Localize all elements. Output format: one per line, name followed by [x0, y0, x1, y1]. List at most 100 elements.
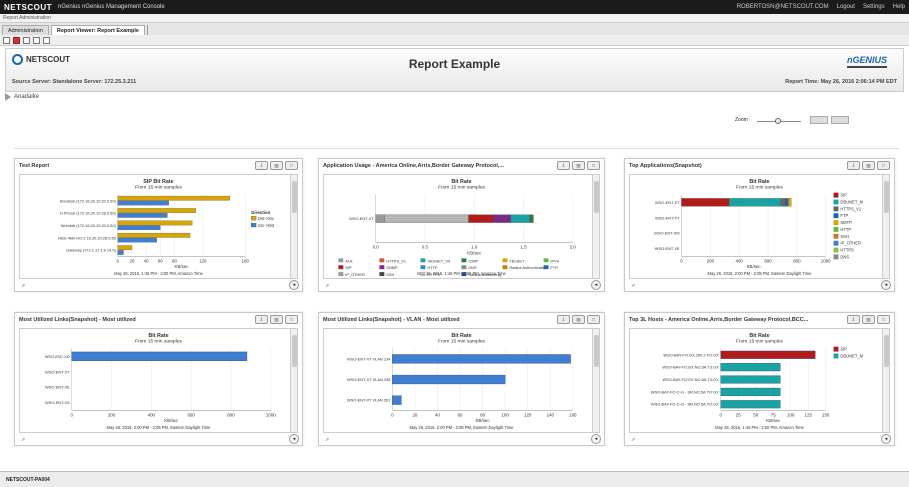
zoom-slider[interactable]: Zoom	[735, 117, 805, 125]
legend-swatch	[379, 258, 385, 263]
search-icon[interactable]	[33, 36, 40, 44]
settings-link[interactable]: Settings	[863, 4, 885, 10]
legend-swatch	[833, 247, 839, 253]
zoom-knob[interactable]	[775, 118, 781, 124]
scrollbar-thumb[interactable]	[884, 335, 889, 367]
add-icon[interactable]	[23, 36, 30, 44]
bar	[720, 375, 781, 384]
tab-administration[interactable]: Administration	[2, 25, 49, 35]
legend-label: FTP	[840, 213, 848, 218]
chart-area: SIP Bit Rate From 15 min samples 0 20 40 60 80…	[19, 174, 298, 279]
save-icon[interactable]	[3, 36, 10, 44]
panel-chart-type-button[interactable]: ▥	[270, 315, 283, 324]
panel-nav-icon[interactable]: ◂	[289, 434, 299, 444]
expand-icon[interactable]	[5, 93, 11, 101]
x-tick-label: 1000	[821, 258, 831, 263]
panel-chart-type-button[interactable]: ▥	[572, 161, 585, 170]
scrollbar-thumb[interactable]	[594, 181, 599, 213]
vertical-scrollbar[interactable]	[592, 175, 599, 278]
vertical-scrollbar[interactable]	[290, 175, 297, 278]
panel-maximize-button[interactable]: □	[587, 315, 600, 324]
delete-icon[interactable]	[13, 36, 20, 44]
source-server: Source Server: Standalone Server: 172.25…	[12, 79, 137, 85]
panel-export-button[interactable]: ⇩	[847, 315, 860, 324]
scrollbar-thumb[interactable]	[594, 335, 599, 367]
zoom-out-button[interactable]	[810, 116, 828, 124]
legend-label: SIP	[840, 193, 847, 198]
panel-nav-icon[interactable]: ◂	[881, 434, 891, 444]
tab-report-viewer[interactable]: Report Viewer: Report Example	[50, 25, 145, 35]
scrollbar-thumb[interactable]	[292, 181, 297, 213]
panel-nav-icon[interactable]: ◂	[591, 434, 601, 444]
scrollbar-thumb[interactable]	[884, 181, 889, 213]
y-tick-label: WSO-ENT-XE	[45, 385, 70, 390]
legend-label: IPV4	[550, 258, 559, 263]
x-tick-label: 600	[764, 258, 772, 263]
panel-title: Most Utilized Links(Snapshot) - VLAN - M…	[323, 316, 460, 323]
panel-link-icon[interactable]: ⇗	[325, 437, 329, 443]
x-tick-label: 20	[130, 258, 135, 263]
panel-nav-icon[interactable]: ◂	[591, 280, 601, 290]
logout-link[interactable]: Logout	[837, 4, 855, 10]
bar	[392, 374, 506, 385]
legend-swatch	[833, 192, 839, 198]
scrollbar-thumb[interactable]	[292, 335, 297, 367]
bar	[117, 208, 196, 213]
panel-nav-icon[interactable]: ◂	[881, 280, 891, 290]
panel-export-button[interactable]: ⇩	[255, 161, 268, 170]
panel-export-button[interactable]: ⇩	[847, 161, 860, 170]
bar-segment	[728, 198, 782, 207]
legend-swatch	[461, 258, 467, 263]
panel-maximize-button[interactable]: □	[877, 315, 890, 324]
x-tick-label: 0	[680, 258, 683, 263]
panel-maximize-button[interactable]: □	[285, 315, 298, 324]
panel-link-icon[interactable]: ⇗	[325, 283, 329, 289]
vertical-scrollbar[interactable]	[290, 329, 297, 432]
panel-link-icon[interactable]: ⇗	[21, 437, 25, 443]
legend-label: IP_OTHER	[345, 272, 365, 277]
legend-swatch	[833, 346, 839, 352]
vertical-scrollbar[interactable]	[592, 329, 599, 432]
bar-segment	[788, 198, 792, 207]
panel-link-icon[interactable]: ⇗	[631, 437, 635, 443]
y-tick-label: Gateway (172.1.17.1.9.14.0)	[66, 248, 116, 253]
panel-chart-type-button[interactable]: ▥	[862, 315, 875, 324]
legend-swatch	[420, 265, 426, 270]
legend-label: AOL	[345, 258, 354, 263]
nav-line[interactable]: Anadalke	[5, 93, 39, 101]
panel-chart-type-button[interactable]: ▥	[270, 161, 283, 170]
bar-segment	[510, 214, 531, 223]
chart-svg: Bit RateFrom 15 min samples 0 20 40 60 80 100 1…	[347, 333, 577, 430]
panel-chart-type-button[interactable]: ▥	[572, 315, 585, 324]
vertical-scrollbar[interactable]	[882, 175, 889, 278]
legend-label: ICMP	[468, 258, 478, 263]
chart-panel: Most Utilized Links(Snapshot) - VLAN - M…	[318, 312, 605, 446]
panel-export-button[interactable]: ⇩	[255, 315, 268, 324]
legend-label: DNS	[468, 265, 477, 270]
bar-segment	[375, 214, 385, 223]
y-tick-label: WSO-ENT-XT VLAN 134	[347, 356, 391, 361]
panel-export-button[interactable]: ⇩	[557, 161, 570, 170]
panel-link-icon[interactable]: ⇗	[631, 283, 635, 289]
panel-maximize-button[interactable]: □	[877, 161, 890, 170]
vertical-scrollbar[interactable]	[882, 329, 889, 432]
panel-export-button[interactable]: ⇩	[557, 315, 570, 324]
legend-swatch	[338, 272, 344, 277]
y-tick-label: WSO-BAY-FO:GX.NO.5A.T3:GX	[662, 365, 719, 370]
panel-maximize-button[interactable]: □	[285, 161, 298, 170]
x-tick-label: 140	[547, 412, 555, 417]
refresh-icon[interactable]	[43, 36, 50, 44]
panel-maximize-button[interactable]: □	[587, 161, 600, 170]
panel-link-icon[interactable]: ⇗	[21, 283, 25, 289]
ngenius-logo: nGENIUS	[846, 55, 887, 68]
panel-nav-icon[interactable]: ◂	[289, 280, 299, 290]
chart-area: Bit Rate From 15 min samples 0 200 400 600 800…	[19, 328, 298, 433]
x-axis-label: KB/sec	[175, 264, 190, 269]
panel-chart-type-button[interactable]: ▥	[862, 161, 875, 170]
help-link[interactable]: Help	[893, 4, 905, 10]
legend-title: Direction	[251, 210, 270, 215]
report-header: NETSCOUT Report Example nGENIUS Source S…	[5, 48, 904, 92]
chart-subtitle: From 15 min samples	[736, 185, 784, 191]
zoom-in-button[interactable]	[831, 116, 849, 124]
legend-swatch	[379, 265, 385, 270]
